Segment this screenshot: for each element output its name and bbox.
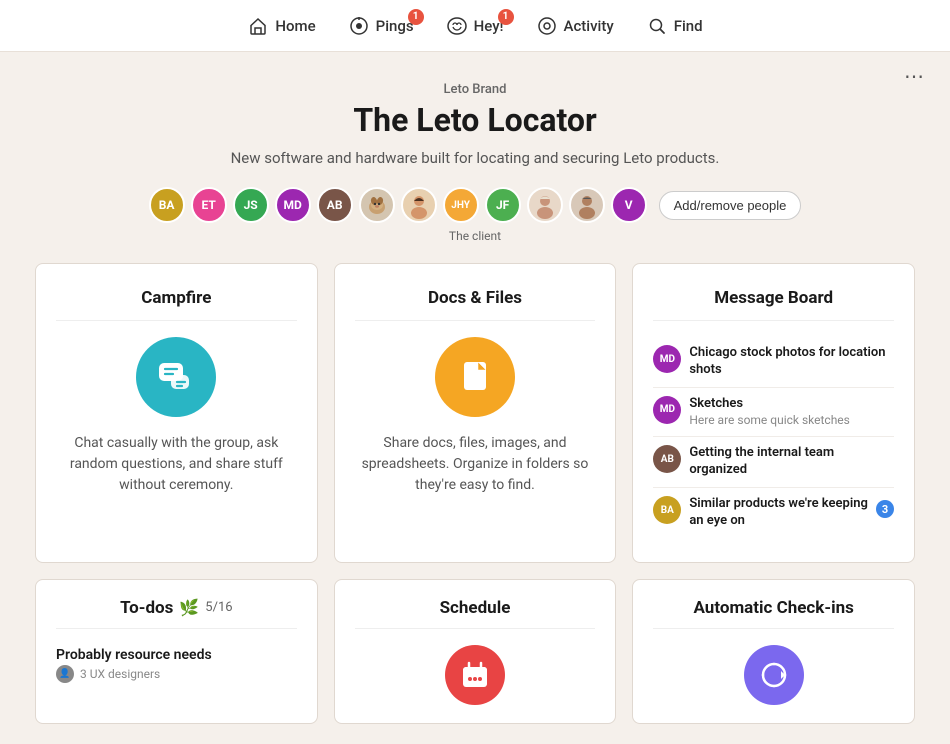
msg-title-1: Chicago stock photos for location shots xyxy=(689,345,894,379)
project-description: New software and hardware built for loca… xyxy=(35,149,915,167)
client-label: The client xyxy=(35,229,915,243)
campfire-icon-wrap xyxy=(56,337,297,417)
schedule-title: Schedule xyxy=(355,598,596,629)
docs-icon-circle xyxy=(435,337,515,417)
message-board-title: Message Board xyxy=(653,288,894,321)
campfire-title: Campfire xyxy=(56,288,297,321)
nav-activity[interactable]: Activity xyxy=(536,15,614,37)
todo-item-name: Probably resource needs xyxy=(56,647,297,663)
nav-home[interactable]: Home xyxy=(247,15,315,37)
avatar-person1[interactable] xyxy=(401,187,437,223)
msg-avatar-md-1: MD xyxy=(653,345,681,373)
campfire-desc: Chat casually with the group, ask random… xyxy=(56,433,297,496)
checkins-card[interactable]: Automatic Check-ins xyxy=(632,579,915,724)
checkins-icon-wrap xyxy=(653,645,894,705)
nav-find-label: Find xyxy=(674,17,703,35)
project-title: The Leto Locator xyxy=(35,101,915,139)
todo-avatar-tiny: 👤 xyxy=(56,665,74,683)
hey-badge: 1 xyxy=(498,9,514,25)
msg-avatar-md-2: MD xyxy=(653,396,681,424)
checkins-icon-circle xyxy=(744,645,804,705)
checkins-icon xyxy=(757,658,791,692)
avatar-js[interactable]: JS xyxy=(233,187,269,223)
msg-item-1[interactable]: MD Chicago stock photos for location sho… xyxy=(653,337,894,388)
docs-card[interactable]: Docs & Files Share docs, files, images, … xyxy=(334,263,617,563)
avatar-person3[interactable] xyxy=(569,187,605,223)
todos-header: To-dos 🌿 5/16 xyxy=(56,598,297,629)
page-content: Leto Brand The Leto Locator New software… xyxy=(15,52,935,744)
todo-item-row[interactable]: Probably resource needs 👤 3 UX designers xyxy=(56,641,297,689)
avatar-v[interactable]: V xyxy=(611,187,647,223)
msg-title-3: Getting the internal team organized xyxy=(689,445,894,479)
docs-desc: Share docs, files, images, and spreadshe… xyxy=(355,433,596,496)
hey-icon xyxy=(446,15,468,37)
message-board-items: MD Chicago stock photos for location sho… xyxy=(653,337,894,538)
docs-icon-wrap xyxy=(355,337,596,417)
msg-item-2[interactable]: MD Sketches Here are some quick sketches xyxy=(653,388,894,437)
find-icon xyxy=(646,15,668,37)
todos-title: To-dos xyxy=(120,598,173,618)
pings-badge: 1 xyxy=(408,9,424,25)
schedule-icon xyxy=(459,659,491,691)
more-button[interactable]: ⋯ xyxy=(898,60,930,92)
avatar-ab[interactable]: AB xyxy=(317,187,353,223)
msg-title-4: Similar products we're keeping an eye on xyxy=(689,496,868,530)
nav-activity-label: Activity xyxy=(564,17,614,35)
todos-card[interactable]: To-dos 🌿 5/16 Probably resource needs 👤 … xyxy=(35,579,318,724)
avatar-jf[interactable]: JF xyxy=(485,187,521,223)
campfire-card[interactable]: Campfire Chat casually with the group, a… xyxy=(35,263,318,563)
msg-item-4[interactable]: BA Similar products we're keeping an eye… xyxy=(653,488,894,538)
message-board-card[interactable]: Message Board MD Chicago stock photos fo… xyxy=(632,263,915,563)
home-icon xyxy=(247,15,269,37)
todo-sub-text: 3 UX designers xyxy=(80,667,160,681)
msg-badge-4: 3 xyxy=(876,500,894,518)
schedule-card[interactable]: Schedule xyxy=(334,579,617,724)
avatar-md[interactable]: MD xyxy=(275,187,311,223)
top-cards-grid: Campfire Chat casually with the group, a… xyxy=(35,263,915,563)
avatar-ba[interactable]: BA xyxy=(149,187,185,223)
activity-icon xyxy=(536,15,558,37)
schedule-icon-wrap xyxy=(355,645,596,705)
msg-avatar-ba: BA xyxy=(653,496,681,524)
msg-sub-2: Here are some quick sketches xyxy=(689,413,894,429)
todos-icon: 🌿 xyxy=(179,598,199,617)
msg-item-3[interactable]: AB Getting the internal team organized xyxy=(653,437,894,488)
checkins-title: Automatic Check-ins xyxy=(653,598,894,629)
avatar-dog[interactable] xyxy=(359,187,395,223)
add-remove-people-button[interactable]: Add/remove people xyxy=(659,191,802,220)
avatar-person2[interactable] xyxy=(527,187,563,223)
avatar-et[interactable]: ET xyxy=(191,187,227,223)
docs-title: Docs & Files xyxy=(355,288,596,321)
project-brand: Leto Brand xyxy=(35,82,915,97)
nav-hey[interactable]: Hey! 1 xyxy=(446,15,504,37)
docs-file-icon xyxy=(454,356,496,398)
avatars-row: BA ET JS MD AB xyxy=(35,187,915,223)
msg-title-2: Sketches xyxy=(689,396,894,413)
campfire-icon-circle xyxy=(136,337,216,417)
schedule-icon-circle xyxy=(445,645,505,705)
avatar-jhy[interactable]: JHY xyxy=(443,187,479,223)
bottom-cards-grid: To-dos 🌿 5/16 Probably resource needs 👤 … xyxy=(35,579,915,724)
todo-item-sub: 👤 3 UX designers xyxy=(56,665,297,683)
nav-home-label: Home xyxy=(275,17,315,35)
top-navigation: Home Pings 1 xyxy=(0,0,950,52)
nav-find[interactable]: Find xyxy=(646,15,703,37)
msg-avatar-ab: AB xyxy=(653,445,681,473)
nav-pings[interactable]: Pings 1 xyxy=(348,15,414,37)
pings-icon xyxy=(348,15,370,37)
